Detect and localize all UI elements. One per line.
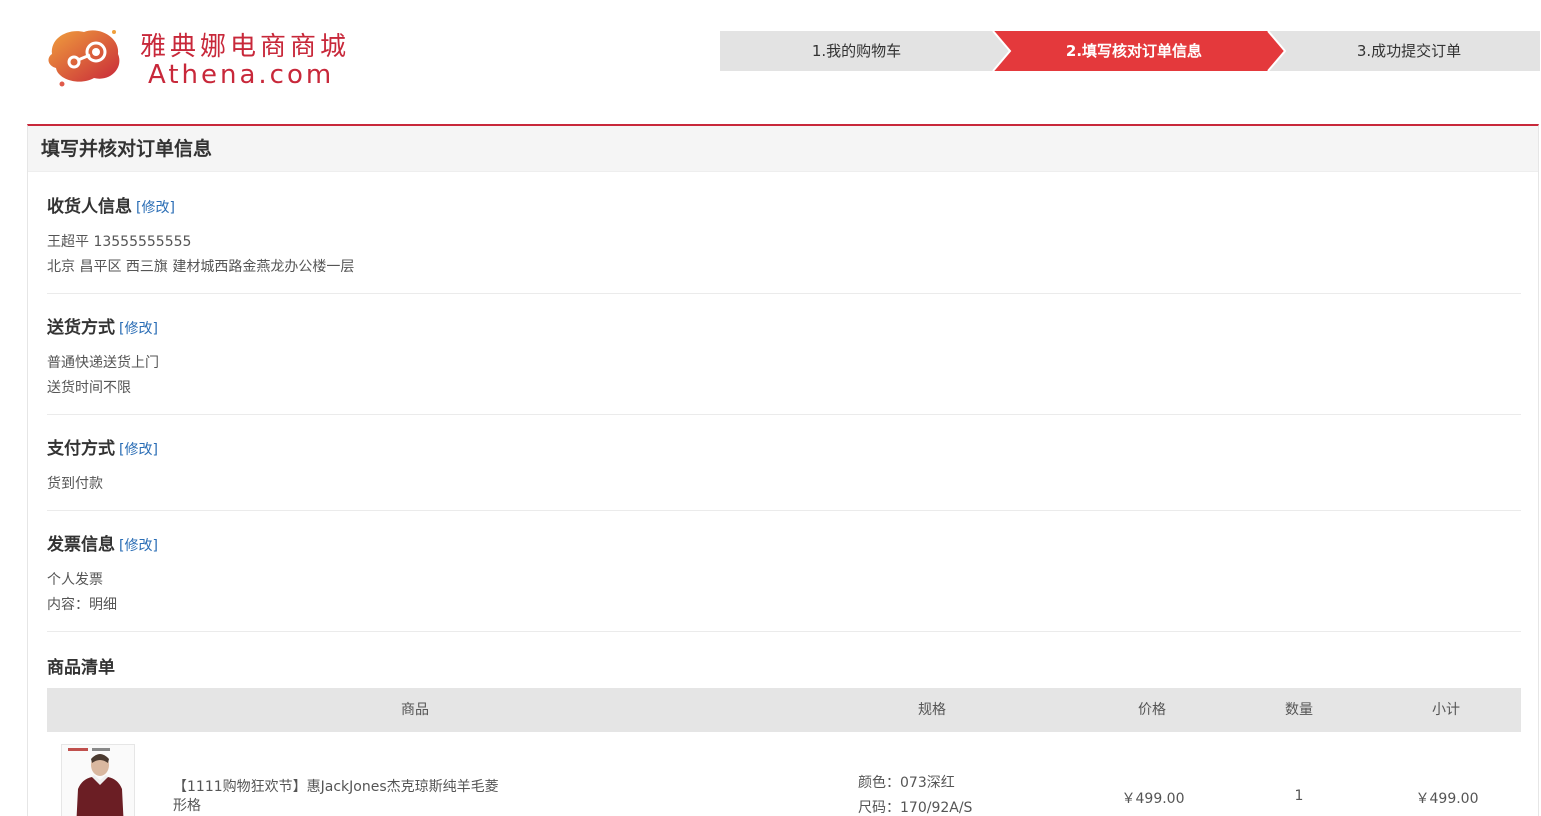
invoice-title-text: 发票信息 — [47, 535, 115, 555]
product-size: 尺码：170/92A/S — [858, 800, 973, 816]
product-name-line2: 形格 — [173, 798, 201, 814]
delivery-method: 普通快递送货上门 — [47, 355, 159, 371]
payment-title: 支付方式 [修改] — [47, 438, 1521, 460]
product-subtotal: ￥499.00 — [1415, 791, 1479, 807]
checkout-steps: 1.我的购物车 2.填写核对订单信息 3.成功提交订单 — [720, 31, 1540, 71]
product-price: ￥499.00 — [1121, 791, 1185, 807]
invoice-title: 发票信息 [修改] — [47, 534, 1521, 556]
product-name[interactable]: 【1111购物狂欢节】惠JackJones杰克琼斯纯羊毛菱 形格 — [173, 778, 533, 816]
invoice-section: 发票信息 [修改] 个人发票 内容：明细 — [47, 534, 1521, 632]
payment-edit-link[interactable]: [修改] — [119, 442, 158, 458]
receiver-address: 北京 昌平区 西三旗 建材城西路金燕龙办公楼一层 — [47, 259, 355, 275]
product-spec: 颜色：073深红 尺码：170/92A/S — [858, 771, 972, 816]
col-spec: 规格 — [918, 702, 946, 718]
delivery-section: 送货方式 [修改] 普通快递送货上门 送货时间不限 — [47, 317, 1521, 415]
brand-name-cn: 雅典娜电商商城 — [140, 32, 351, 62]
product-qty: 1 — [1294, 788, 1304, 804]
invoice-type: 个人发票 — [47, 572, 103, 588]
payment-section: 支付方式 [修改] 货到付款 — [47, 438, 1521, 511]
product-name-line1: 【1111购物狂欢节】惠JackJones杰克琼斯纯羊毛菱 — [173, 779, 499, 795]
product-color: 颜色：073深红 — [858, 775, 955, 791]
table-row: 【1111购物狂欢节】惠JackJones杰克琼斯纯羊毛菱 形格 颜色：073深… — [47, 744, 1521, 816]
receiver-edit-link[interactable]: [修改] — [136, 200, 175, 216]
brand-name-en: Athena.com — [148, 60, 335, 90]
order-panel: 填写并核对订单信息 收货人信息 [修改] 王超平 13555555555 北京 昌… — [27, 124, 1539, 816]
delivery-time: 送货时间不限 — [47, 380, 131, 396]
delivery-edit-link[interactable]: [修改] — [119, 321, 158, 337]
step-submit-success: 3.成功提交订单 — [1356, 42, 1462, 60]
invoice-content: 内容：明细 — [47, 597, 117, 613]
invoice-edit-link[interactable]: [修改] — [119, 538, 158, 554]
site-logo[interactable]: 雅典娜电商商城 Athena.com — [44, 22, 364, 92]
col-product: 商品 — [401, 702, 429, 718]
receiver-name-phone: 王超平 13555555555 — [47, 234, 192, 250]
payment-method: 货到付款 — [47, 476, 103, 492]
product-thumbnail[interactable] — [61, 744, 135, 816]
receiver-title-text: 收货人信息 — [47, 197, 132, 217]
sweater-image-icon — [62, 745, 134, 816]
goods-table-header: 商品 规格 价格 数量 小计 — [47, 688, 1521, 732]
payment-title-text: 支付方式 — [47, 439, 115, 459]
step-cart: 1.我的购物车 — [811, 42, 902, 60]
delivery-title: 送货方式 [修改] — [47, 317, 1521, 339]
col-subtotal: 小计 — [1432, 702, 1460, 718]
step-fill-order: 2.填写核对订单信息 — [1065, 42, 1203, 60]
panel-title: 填写并核对订单信息 — [28, 126, 1538, 172]
goods-title: 商品清单 — [47, 658, 115, 678]
receiver-section: 收货人信息 [修改] 王超平 13555555555 北京 昌平区 西三旗 建材城… — [47, 196, 1521, 294]
receiver-title: 收货人信息 [修改] — [47, 196, 1521, 218]
brand-logo-icon — [48, 30, 120, 87]
col-price: 价格 — [1138, 702, 1166, 718]
col-qty: 数量 — [1285, 702, 1313, 718]
delivery-title-text: 送货方式 — [47, 318, 115, 338]
